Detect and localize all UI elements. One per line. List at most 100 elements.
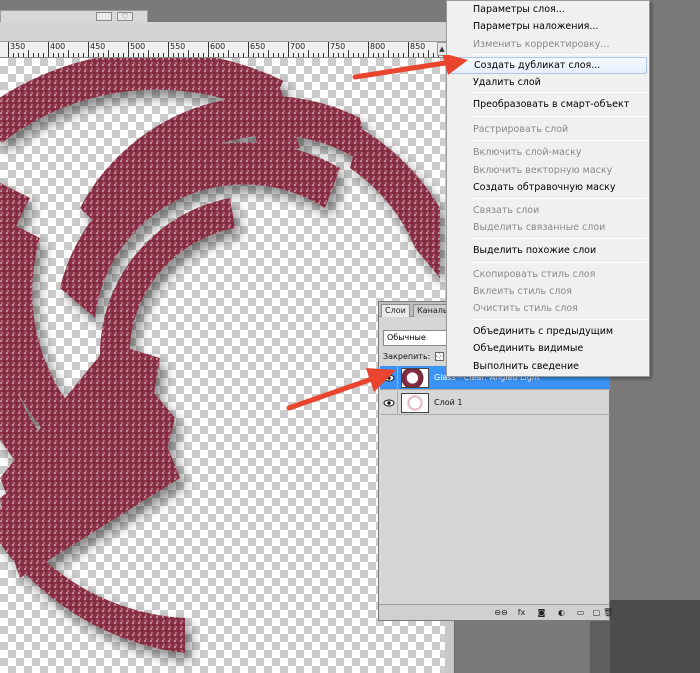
ruler-tick	[328, 42, 329, 57]
menu-item[interactable]: Объединить видимые	[449, 340, 647, 357]
ruler-tick	[33, 53, 34, 57]
layers-footer: ⊖⊖ fx ◙ ◐ ▭ ▢ 🗑	[379, 604, 613, 620]
ruler-tick	[93, 53, 94, 57]
workspace-background	[610, 600, 700, 673]
ruler-tick	[148, 50, 149, 57]
ruler-tick	[298, 53, 299, 57]
layer-row[interactable]: Слой 1	[380, 391, 610, 415]
ruler-tick	[293, 53, 294, 57]
ruler-tick	[228, 50, 229, 57]
restore-icon[interactable]	[96, 12, 112, 21]
ruler-tick	[168, 42, 169, 57]
ruler-tick	[323, 53, 324, 57]
ruler-tick	[198, 53, 199, 57]
ruler-tick	[133, 53, 134, 57]
ruler-tick	[143, 53, 144, 57]
ruler-tick	[38, 53, 39, 57]
menu-separator	[471, 116, 647, 117]
menu-separator	[471, 238, 647, 239]
ruler-tick	[8, 42, 9, 57]
ruler-tick	[53, 53, 54, 57]
menu-item[interactable]: Выполнить сведение	[449, 358, 647, 375]
ruler-tick	[13, 53, 14, 57]
ruler-tick	[313, 53, 314, 57]
trash-icon[interactable]: 🗑	[603, 607, 613, 618]
blend-mode-select[interactable]: Обычные	[383, 330, 453, 346]
ruler-tick	[23, 53, 24, 57]
ruler-tick	[153, 53, 154, 57]
layer-name[interactable]: Слой 1	[434, 391, 462, 415]
menu-separator	[471, 140, 647, 141]
ruler-tick	[263, 53, 264, 57]
menu-separator	[471, 92, 647, 93]
menu-item[interactable]: Параметры слоя...	[449, 1, 647, 18]
arrow-to-duplicate-icon	[352, 55, 468, 80]
menu-separator	[471, 198, 647, 199]
ruler-tick	[173, 53, 174, 57]
ruler-tick	[258, 53, 259, 57]
ruler-tick	[303, 53, 304, 57]
ruler-label: 400	[50, 42, 66, 51]
ruler-tick	[128, 42, 129, 57]
ruler-label: 750	[330, 42, 346, 51]
ruler-tick	[248, 42, 249, 57]
ruler-tick	[108, 50, 109, 57]
ruler-tick	[63, 53, 64, 57]
ruler-tick	[48, 42, 49, 57]
ruler-tick	[118, 53, 119, 57]
ruler-label: 500	[130, 42, 146, 51]
ruler-tick	[193, 53, 194, 57]
menu-item[interactable]: Объединить с предыдущим	[449, 323, 647, 340]
ruler-label: 350	[10, 42, 26, 51]
ruler-tick	[98, 53, 99, 57]
menu-item: Выделить связанные слои	[473, 222, 606, 233]
ruler-tick	[83, 53, 84, 57]
tab-layers[interactable]: Слои	[381, 304, 410, 317]
menu-item: Очистить стиль слоя	[473, 303, 578, 314]
ruler-tick	[343, 53, 344, 57]
ruler-label: 800	[370, 42, 386, 51]
ruler-tick	[348, 50, 349, 57]
ruler-tick	[18, 53, 19, 57]
ruler-tick	[308, 50, 309, 57]
menu-item[interactable]: Создать обтравочную маску	[449, 179, 647, 196]
arrow-to-layer-icon	[286, 368, 396, 411]
ruler-label: 700	[290, 42, 306, 51]
layer-context-menu: Параметры слоя... Параметры наложения... И…	[446, 0, 650, 377]
menu-item[interactable]: Удалить слой	[449, 74, 647, 91]
heart-icon[interactable]: ♡	[117, 12, 133, 21]
menu-item: Включить слой-маску	[473, 147, 582, 158]
adjustment-icon[interactable]: ◐	[556, 607, 567, 618]
ruler-tick	[183, 53, 184, 57]
ruler-tick	[78, 53, 79, 57]
menu-item[interactable]: Параметры наложения...	[449, 18, 647, 35]
layer-thumbnail	[401, 368, 429, 388]
ruler-tick	[233, 53, 234, 57]
menu-item[interactable]: Выделить похожие слои	[449, 242, 647, 259]
menu-item: Скопировать стиль слоя	[473, 269, 596, 280]
ruler-tick	[73, 53, 74, 57]
ruler-label: 600	[210, 42, 226, 51]
document-titlebar	[0, 22, 455, 42]
ruler-tick	[283, 53, 284, 57]
mask-icon[interactable]: ◙	[536, 607, 547, 618]
ruler-tick	[278, 53, 279, 57]
group-icon[interactable]: ▭	[575, 607, 586, 618]
ruler-tick	[268, 50, 269, 57]
menu-item: Растрировать слой	[473, 124, 569, 135]
fx-icon[interactable]: fx	[516, 607, 527, 618]
menu-item[interactable]: Создать дубликат слоя...	[449, 57, 647, 74]
lock-transparency-icon[interactable]	[434, 352, 444, 361]
ruler-tick	[333, 53, 334, 57]
menu-item[interactable]: Преобразовать в смарт-объект	[449, 96, 647, 113]
ruler-tick	[208, 42, 209, 57]
new-layer-icon[interactable]: ▢	[591, 607, 602, 618]
link-icon[interactable]: ⊖⊖	[491, 607, 511, 618]
ruler-tick	[188, 50, 189, 57]
ruler-tick	[338, 53, 339, 57]
ruler-label: 850	[410, 42, 426, 51]
ruler-label: 450	[90, 42, 106, 51]
layer-thumbnail	[401, 393, 429, 413]
menu-item: Вклеить стиль слоя	[473, 286, 572, 297]
ruler-tick	[243, 53, 244, 57]
